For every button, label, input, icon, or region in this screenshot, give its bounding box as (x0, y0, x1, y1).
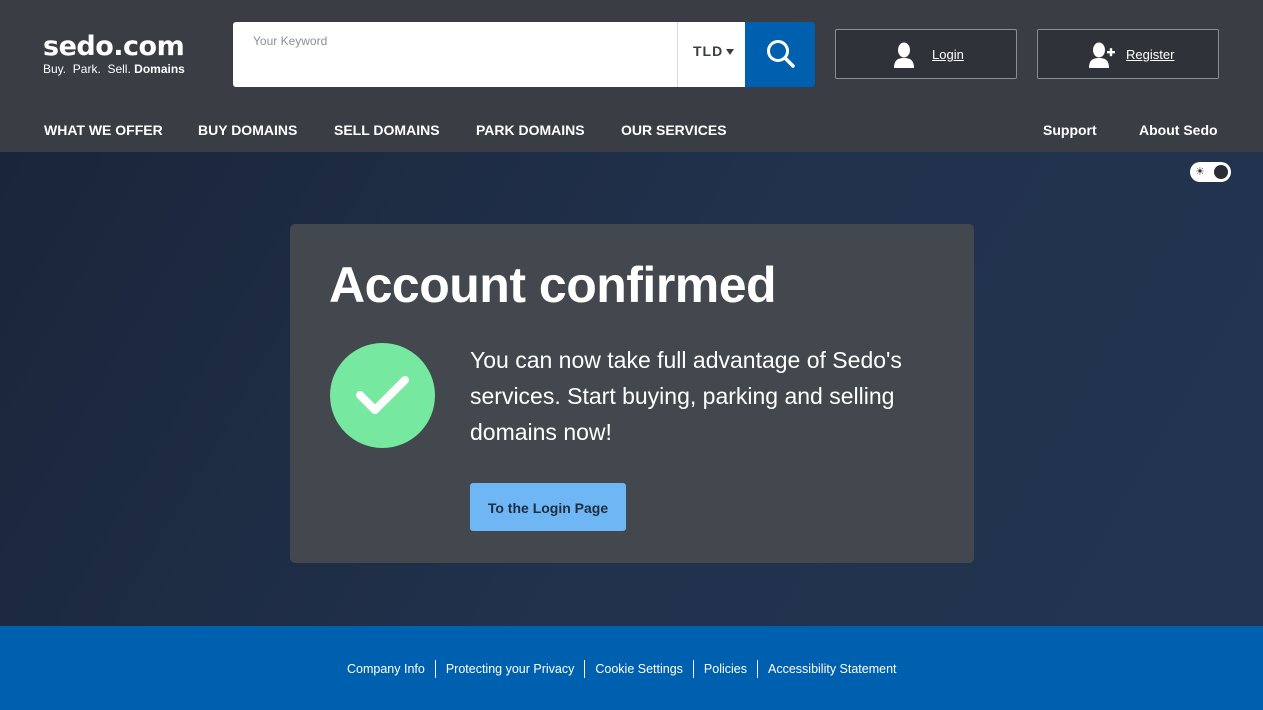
nav-sell-domains[interactable]: SELL DOMAINS (334, 122, 440, 138)
caret-down-icon (726, 49, 734, 55)
nav-support[interactable]: Support (1043, 122, 1097, 138)
footer-link-cookie-settings[interactable]: Cookie Settings (585, 660, 693, 678)
confirmation-card: Account confirmed You can now take full … (290, 224, 974, 563)
footer-link-company-info[interactable]: Company Info (337, 660, 435, 678)
register-button[interactable]: Register (1037, 29, 1219, 79)
sedo-logo[interactable]: sedo.com Buy. Park. Sell. Domains (43, 31, 185, 76)
page-title: Account confirmed (329, 257, 777, 313)
check-icon (356, 376, 409, 414)
search-input[interactable]: Your Keyword (233, 22, 677, 87)
register-label: Register (1126, 47, 1175, 62)
logo-wordmark: sedo.com (43, 31, 185, 62)
search-placeholder: Your Keyword (253, 34, 328, 48)
site-header: sedo.com Buy. Park. Sell. Domains Your K… (0, 0, 1263, 152)
footer-link-accessibility[interactable]: Accessibility Statement (758, 660, 907, 678)
confirmation-message: You can now take full advantage of Sedo'… (470, 347, 902, 445)
nav-what-we-offer[interactable]: WHAT WE OFFER (44, 122, 163, 138)
footer-link-privacy[interactable]: Protecting your Privacy (436, 660, 585, 678)
login-page-button[interactable]: To the Login Page (470, 483, 626, 531)
user-plus-icon (1089, 42, 1115, 68)
sun-icon: ☀ (1195, 166, 1205, 178)
theme-toggle[interactable]: ☀ (1190, 162, 1231, 182)
nav-park-domains[interactable]: PARK DOMAINS (476, 122, 585, 138)
search-button[interactable] (745, 22, 815, 87)
success-badge (330, 343, 435, 448)
site-footer: Company Info Protecting your Privacy Coo… (0, 626, 1263, 710)
logo-tagline-bold: Domains (134, 62, 185, 76)
nav-buy-domains[interactable]: BUY DOMAINS (198, 122, 297, 138)
logo-tagline: Buy. Park. Sell. Domains (43, 63, 185, 75)
footer-links: Company Info Protecting your Privacy Coo… (337, 660, 907, 678)
login-button[interactable]: Login (835, 29, 1017, 79)
tld-dropdown[interactable]: TLD (677, 22, 745, 87)
toggle-knob (1214, 165, 1228, 179)
user-icon (894, 42, 914, 68)
login-label: Login (932, 47, 964, 62)
footer-link-policies[interactable]: Policies (694, 660, 757, 678)
search-icon (767, 40, 795, 68)
nav-our-services[interactable]: OUR SERVICES (621, 122, 727, 138)
tld-label: TLD (693, 43, 724, 59)
nav-about-sedo[interactable]: About Sedo (1139, 122, 1218, 138)
logo-tagline-plain: Buy. Park. Sell. (43, 62, 131, 76)
